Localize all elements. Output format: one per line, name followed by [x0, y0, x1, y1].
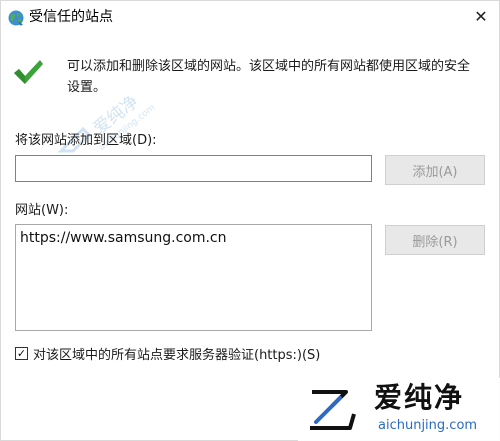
- sites-list-label: 网站(W):: [15, 203, 69, 218]
- close-button[interactable]: ✕: [465, 1, 497, 31]
- close-icon: ✕: [474, 6, 488, 26]
- sites-list[interactable]: https://www.samsung.com.cn: [15, 224, 372, 331]
- watermark-corner: 爱纯净 aichunjing.com: [298, 378, 500, 441]
- aichunjing-logo-icon: [310, 390, 356, 430]
- checkmark-icon: ✓: [16, 347, 27, 360]
- green-checkmark-icon: [14, 60, 43, 84]
- list-item[interactable]: https://www.samsung.com.cn: [20, 229, 367, 247]
- zone-description: 可以添加和删除该区域的网站。该区域中的所有网站都使用区域的安全设置。: [67, 59, 471, 95]
- require-https-checkbox[interactable]: ✓: [15, 347, 28, 360]
- watermark-domain: aichunjing.com: [378, 418, 478, 433]
- add-button[interactable]: 添加(A): [385, 155, 485, 185]
- require-https-label: 对该区域中的所有站点要求服务器验证(https:)(S): [33, 348, 321, 363]
- require-https-option[interactable]: ✓ 对该区域中的所有站点要求服务器验证(https:)(S): [15, 344, 320, 363]
- trusted-sites-globe-icon: [8, 10, 24, 26]
- remove-button[interactable]: 删除(R): [385, 225, 485, 255]
- window-title: 受信任的站点: [29, 9, 113, 25]
- title-bar: 受信任的站点 ✕: [1, 1, 499, 33]
- add-site-input[interactable]: [15, 155, 372, 182]
- trusted-sites-dialog: 受信任的站点 ✕ 可以添加和删除该区域的网站。该区域中的所有网站都使用区域的安全…: [0, 0, 500, 441]
- add-site-label: 将该网站添加到区域(D):: [15, 133, 157, 148]
- watermark-name: 爱纯净: [374, 381, 465, 414]
